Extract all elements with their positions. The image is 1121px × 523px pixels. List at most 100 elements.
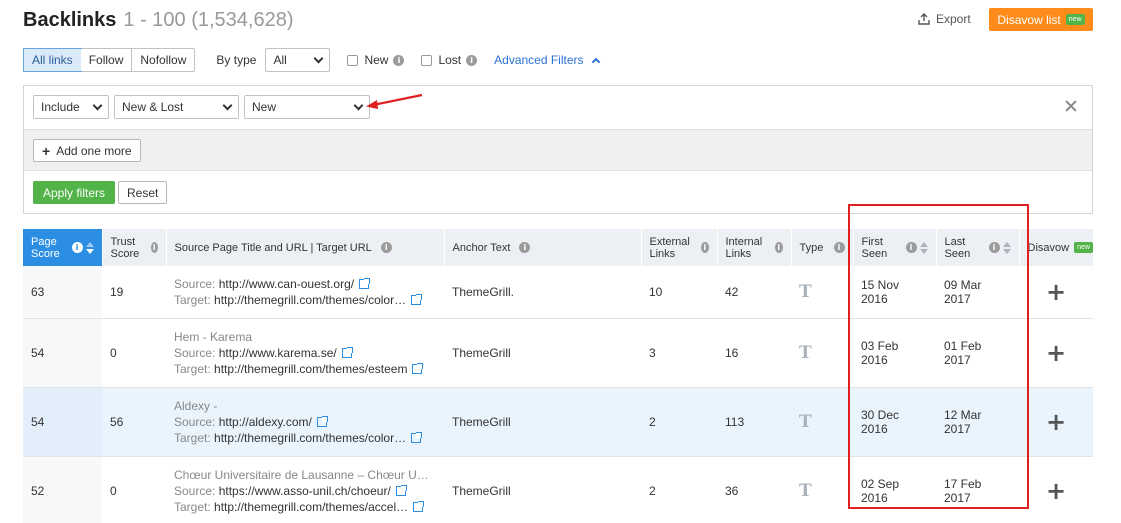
source-cell: Chœur Universitaire de Lausanne – Chœur … bbox=[166, 456, 444, 523]
column-label: Source Page Title and URL | Target URL bbox=[174, 241, 372, 254]
advanced-filters-toggle[interactable]: Advanced Filters bbox=[494, 53, 600, 67]
reset-button[interactable]: Reset bbox=[118, 181, 168, 204]
include-select[interactable]: Include bbox=[33, 95, 109, 119]
target-label: Target: bbox=[174, 361, 211, 376]
info-icon: i bbox=[519, 242, 531, 253]
plus-icon: + bbox=[42, 142, 51, 159]
add-one-more-button[interactable]: + Add one more bbox=[33, 139, 141, 162]
result-range: 1 - 100 (1,534,628) bbox=[123, 9, 294, 31]
external-links-cell: 2 bbox=[641, 456, 717, 523]
tab-follow[interactable]: Follow bbox=[80, 49, 133, 71]
new-badge: new bbox=[1074, 242, 1093, 253]
column-trust-score[interactable]: Trust Score i bbox=[102, 229, 167, 266]
external-link-icon[interactable] bbox=[395, 484, 407, 496]
annotation-highlight-box bbox=[848, 204, 1029, 509]
target-label: Target: bbox=[174, 292, 211, 307]
sort-icon[interactable] bbox=[85, 241, 94, 254]
new-badge: new bbox=[1065, 14, 1085, 25]
source-url-link[interactable]: http://www.karema.se/ bbox=[219, 346, 337, 360]
column-anchor[interactable]: Anchor Text i bbox=[444, 229, 642, 266]
target-url-link[interactable]: http://themegrill.com/themes/accel… bbox=[214, 500, 408, 514]
text-type-icon: T bbox=[799, 342, 812, 363]
source-url-link[interactable]: http://www.can-ouest.org/ bbox=[219, 277, 354, 291]
external-link-icon[interactable] bbox=[412, 362, 424, 374]
info-icon: i bbox=[833, 242, 845, 253]
target-url-link[interactable]: http://themegrill.com/themes/color… bbox=[214, 431, 406, 445]
column-internal-links[interactable]: Internal Links i bbox=[717, 229, 792, 266]
info-icon: i bbox=[150, 242, 158, 253]
field-select[interactable]: New & Lost bbox=[114, 95, 239, 119]
trust-score-cell: 19 bbox=[102, 266, 166, 319]
chevron-down-icon bbox=[313, 53, 324, 63]
external-link-icon[interactable] bbox=[316, 415, 328, 427]
external-link-icon[interactable] bbox=[359, 277, 371, 289]
external-links-cell: 10 bbox=[641, 266, 717, 319]
source-cell: Aldexy - Source: http://aldexy.com/ Targ… bbox=[166, 387, 444, 457]
source-cell: Source: http://www.can-ouest.org/ Target… bbox=[166, 266, 444, 319]
source-label: Source: bbox=[174, 276, 216, 291]
source-label: Source: bbox=[174, 483, 216, 498]
by-type-value: All bbox=[273, 53, 287, 67]
external-link-icon[interactable] bbox=[411, 431, 423, 443]
disavow-list-label: Disavow list bbox=[997, 12, 1061, 27]
source-url-link[interactable]: https://www.asso-unil.ch/choeur/ bbox=[219, 484, 391, 498]
info-icon: i bbox=[380, 242, 392, 253]
target-url-link[interactable]: http://themegrill.com/themes/color… bbox=[214, 293, 406, 307]
chevron-up-icon bbox=[591, 57, 600, 66]
lost-filter[interactable]: Lost i bbox=[421, 53, 478, 67]
tab-all-links[interactable]: All links bbox=[23, 48, 82, 72]
include-value: Include bbox=[41, 100, 80, 114]
lost-label: Lost bbox=[438, 53, 462, 67]
column-label: Anchor Text bbox=[452, 241, 511, 254]
anchor-cell: ThemeGrill. bbox=[444, 266, 641, 319]
annotation-arrow bbox=[366, 93, 423, 109]
disavow-list-button[interactable]: Disavow list new bbox=[989, 8, 1093, 31]
condition-select[interactable]: New bbox=[244, 95, 370, 119]
disavow-plus-icon[interactable]: + bbox=[1019, 318, 1093, 388]
external-link-icon[interactable] bbox=[341, 346, 353, 358]
source-page-title: Aldexy - bbox=[174, 398, 218, 413]
new-checkbox[interactable] bbox=[347, 54, 359, 66]
external-links-cell: 2 bbox=[641, 387, 717, 457]
source-url-link[interactable]: http://aldexy.com/ bbox=[219, 415, 312, 429]
column-label: Disavow bbox=[1027, 241, 1070, 254]
advanced-filter-panel: Include New & Lost New + Add one more Ap… bbox=[23, 85, 1093, 214]
by-type-select[interactable]: All bbox=[265, 48, 331, 72]
new-filter[interactable]: New i bbox=[347, 53, 405, 67]
tab-nofollow[interactable]: Nofollow bbox=[132, 49, 195, 71]
disavow-plus-icon[interactable]: + bbox=[1019, 387, 1093, 457]
anchor-cell: ThemeGrill bbox=[444, 456, 641, 523]
page-score-cell: 54 bbox=[23, 387, 102, 457]
apply-filters-button[interactable]: Apply filters bbox=[33, 181, 116, 204]
column-type[interactable]: Type i bbox=[791, 229, 854, 266]
disavow-plus-icon[interactable]: + bbox=[1019, 266, 1093, 319]
column-disavow[interactable]: Disavow new bbox=[1019, 229, 1094, 266]
disavow-plus-icon[interactable]: + bbox=[1019, 456, 1093, 523]
export-button[interactable]: Export bbox=[918, 12, 971, 26]
text-type-icon: T bbox=[799, 281, 812, 302]
chevron-down-icon bbox=[222, 100, 233, 110]
close-icon[interactable] bbox=[1063, 98, 1079, 114]
column-page-score[interactable]: Page Score i bbox=[23, 229, 103, 266]
anchor-cell: ThemeGrill bbox=[444, 318, 641, 388]
internal-links-cell: 113 bbox=[717, 387, 791, 457]
text-type-icon: T bbox=[799, 411, 812, 432]
add-one-more-label: Add one more bbox=[56, 143, 132, 158]
text-type-icon: T bbox=[799, 480, 812, 501]
source-label: Source: bbox=[174, 345, 216, 360]
source-label: Source: bbox=[174, 414, 216, 429]
lost-checkbox[interactable] bbox=[421, 54, 433, 66]
advanced-filters-label: Advanced Filters bbox=[494, 53, 584, 67]
column-external-links[interactable]: External Links i bbox=[641, 229, 718, 266]
field-value: New & Lost bbox=[122, 100, 184, 114]
type-cell: T bbox=[791, 456, 853, 523]
target-url-link[interactable]: http://themegrill.com/themes/esteem bbox=[214, 362, 407, 376]
target-label: Target: bbox=[174, 499, 211, 514]
chevron-down-icon bbox=[353, 100, 364, 110]
column-label: External Links bbox=[649, 235, 690, 260]
column-source[interactable]: Source Page Title and URL | Target URL i bbox=[166, 229, 445, 266]
link-type-tabs: All links Follow Nofollow bbox=[23, 48, 196, 72]
external-link-icon[interactable] bbox=[413, 500, 425, 512]
external-link-icon[interactable] bbox=[411, 293, 423, 305]
trust-score-cell: 56 bbox=[102, 387, 166, 457]
